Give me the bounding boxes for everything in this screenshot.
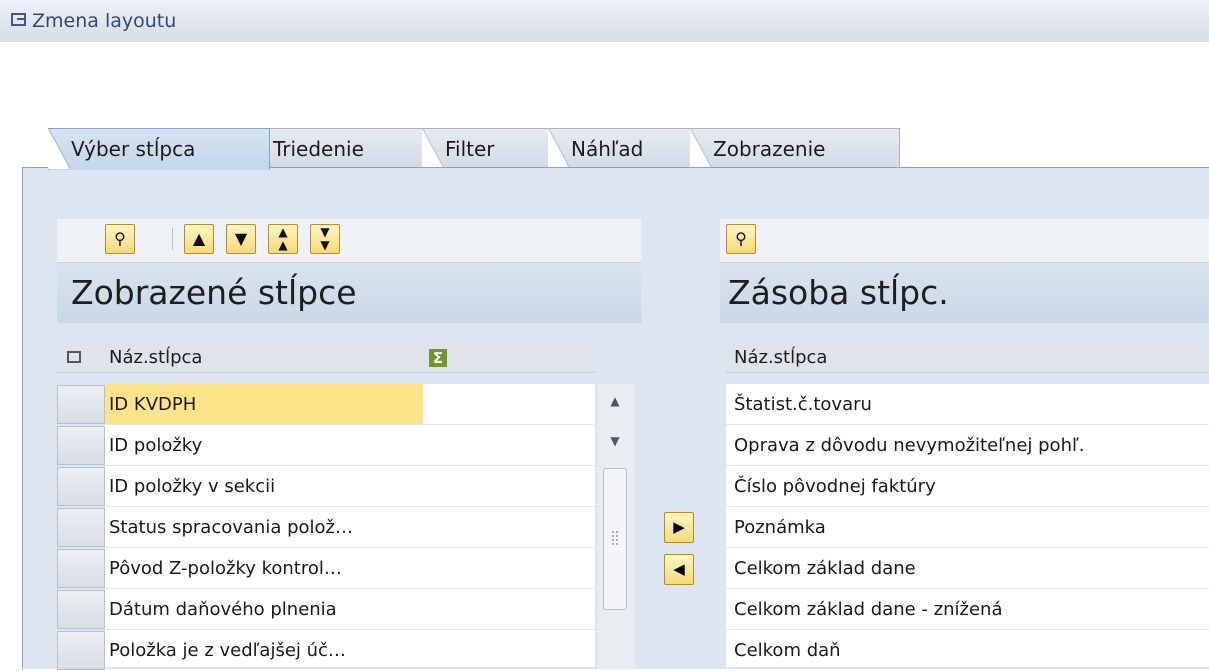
row-selector[interactable] (57, 467, 105, 506)
cell-sum[interactable] (423, 466, 595, 507)
tab-filter[interactable]: Filter (422, 128, 568, 169)
window-title: Zmena layoutu (32, 10, 177, 32)
table-row[interactable]: ID položky v sekcii (57, 466, 597, 507)
binoculars-icon: ⚲ (114, 229, 126, 248)
right-panel-header: Zásoba stĺpc. (720, 263, 1209, 323)
add-column-button[interactable]: ▶ (664, 512, 694, 543)
list-item[interactable]: Celkom daň (726, 630, 1209, 668)
row-selector[interactable] (57, 426, 105, 465)
left-panel-title: Zobrazené stĺpce (71, 273, 357, 312)
column-set-table: Náz.stĺpca Štatist.č.tovaru Oprava z dôv… (720, 343, 1209, 668)
select-all-header[interactable] (57, 343, 105, 373)
move-bottom-button[interactable]: ▼ ▼ (310, 224, 340, 254)
list-item[interactable]: Oprava z dôvodu nevymožiteľnej pohľ. (726, 425, 1209, 466)
find-button[interactable]: ⚲ (105, 224, 135, 254)
row-selector[interactable] (57, 590, 105, 629)
move-down-icon: ▼ (234, 229, 248, 248)
right-toolbar: ⚲ (720, 219, 1209, 263)
table-row[interactable]: Status spracovania polož… (57, 507, 597, 548)
scroll-up-icon[interactable]: ▲ (603, 394, 627, 408)
list-item[interactable]: Poznámka (726, 507, 1209, 548)
sum-icon: Σ (429, 349, 447, 367)
binoculars-icon: ⚲ (735, 229, 747, 248)
row-selector[interactable] (57, 385, 105, 424)
cell-name[interactable]: Pôvod Z-položky kontrol… (105, 548, 423, 589)
table-row[interactable]: ID položky (57, 425, 597, 466)
cell-sum[interactable] (423, 425, 595, 466)
cell-sum[interactable] (423, 630, 595, 668)
row-selector[interactable] (57, 508, 105, 547)
column-header-sum[interactable]: Σ (423, 343, 595, 373)
table-settings-icon (67, 351, 81, 363)
title-bar: Zmena layoutu (0, 0, 1209, 42)
move-down-button[interactable]: ▼ (226, 224, 256, 254)
scroll-down-icon[interactable]: ▼ (603, 434, 627, 448)
cell-name[interactable]: ID položky v sekcii (105, 466, 423, 507)
tab-column-selection[interactable]: Výber stĺpca (48, 128, 270, 170)
remove-column-button[interactable]: ◀ (664, 554, 694, 585)
cell-sum[interactable] (423, 507, 595, 548)
column-header-name[interactable]: Náz.stĺpca (105, 343, 423, 373)
table-row[interactable]: Položka je z vedľajšej úč… (57, 630, 597, 671)
table-row[interactable]: ID KVDPH (57, 384, 597, 425)
find-button[interactable]: ⚲ (726, 224, 756, 254)
right-panel-title: Zásoba stĺpc. (728, 273, 949, 312)
cell-name[interactable]: Položka je z vedľajšej úč… (105, 630, 423, 668)
left-panel-header: Zobrazené stĺpce (57, 263, 641, 323)
column-header-name[interactable]: Náz.stĺpca (726, 343, 1209, 373)
tab-preview[interactable]: Náhľad (548, 128, 713, 169)
list-item[interactable]: Celkom základ dane - znížená (726, 589, 1209, 630)
grip-icon (612, 531, 618, 545)
cell-name[interactable]: ID položky (105, 425, 423, 466)
cell-name[interactable]: Dátum daňového plnenia (105, 589, 423, 630)
vertical-scrollbar[interactable]: ▲ ▼ (597, 384, 635, 668)
tab-sorting[interactable]: Triedenie (250, 128, 440, 169)
list-item[interactable]: Celkom základ dane (726, 548, 1209, 589)
list-item[interactable]: Štatist.č.tovaru (726, 384, 1209, 425)
left-toolbar: ⚲ ▲ ▼ ▲ ▲ ▼ ▼ (57, 219, 641, 263)
displayed-columns-table: Náz.stĺpca Σ ID KVDPH ID položky ID polo… (57, 343, 641, 671)
window-icon (11, 13, 26, 26)
toolbar-separator (172, 228, 173, 250)
cell-name[interactable]: Status spracovania polož… (105, 507, 423, 548)
scrollbar-thumb[interactable] (603, 468, 627, 610)
move-top-button[interactable]: ▲ ▲ (268, 224, 298, 254)
row-selector[interactable] (57, 631, 105, 670)
tab-display[interactable]: Zobrazenie (690, 128, 900, 169)
row-selector[interactable] (57, 549, 105, 588)
move-up-button[interactable]: ▲ (184, 224, 214, 254)
arrow-left-icon: ◀ (673, 560, 685, 578)
move-top-icon: ▲ ▲ (278, 225, 288, 252)
cell-name-selected[interactable]: ID KVDPH (105, 384, 423, 425)
cell-sum[interactable] (423, 384, 595, 425)
move-up-icon: ▲ (192, 229, 206, 248)
list-item[interactable]: Číslo pôvodnej faktúry (726, 466, 1209, 507)
arrow-right-icon: ▶ (673, 518, 685, 536)
cell-sum[interactable] (423, 548, 595, 589)
table-row[interactable]: Pôvod Z-položky kontrol… (57, 548, 597, 589)
cell-sum[interactable] (423, 589, 595, 630)
table-row[interactable]: Dátum daňového plnenia (57, 589, 597, 630)
move-bottom-icon: ▼ ▼ (320, 225, 330, 252)
